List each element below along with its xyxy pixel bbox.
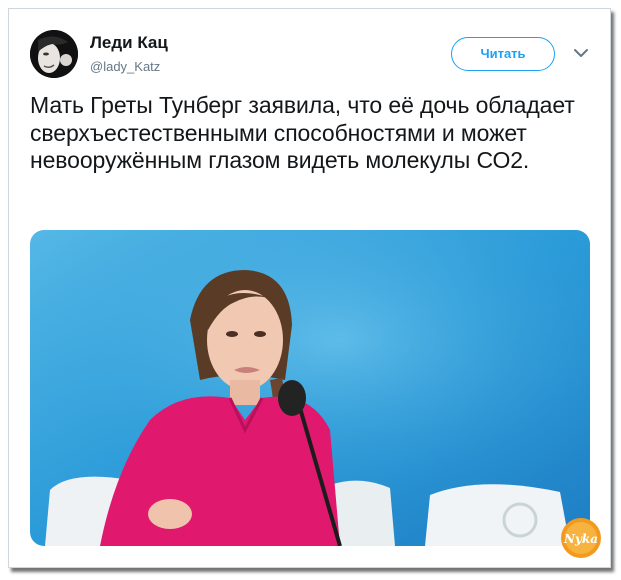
- avatar[interactable]: [30, 30, 78, 78]
- watermark-logo: Nyka: [560, 517, 602, 559]
- tweet-photo[interactable]: [30, 230, 590, 546]
- svg-text:Nyka: Nyka: [563, 532, 598, 546]
- author-name[interactable]: Леди Кац: [90, 33, 168, 53]
- chevron-down-icon[interactable]: [572, 46, 590, 60]
- follow-button[interactable]: Читать: [451, 37, 555, 71]
- tweet-text: Мать Греты Тунберг заявила, что её дочь …: [30, 92, 575, 173]
- author-handle[interactable]: @lady_Katz: [90, 59, 160, 74]
